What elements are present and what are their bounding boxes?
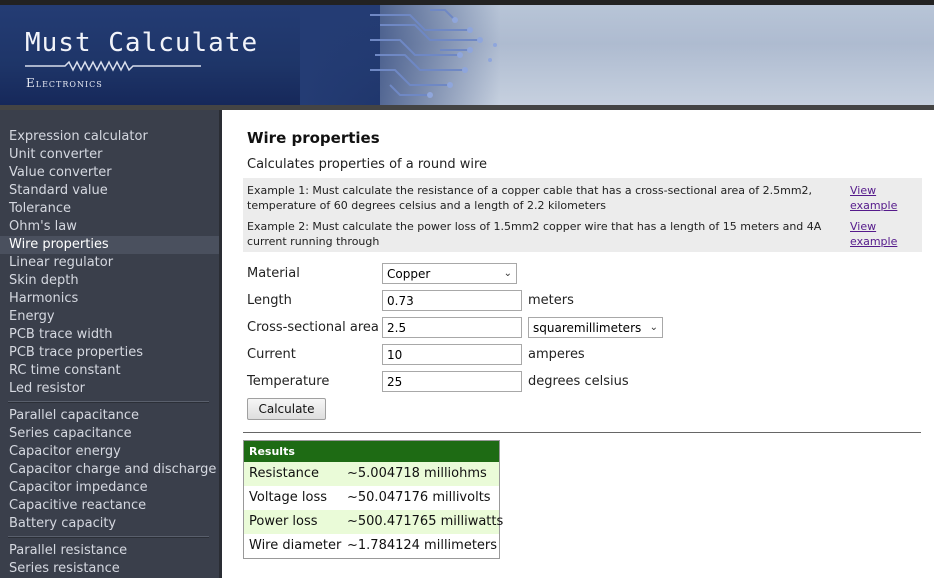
- result-label: Voltage loss: [249, 490, 328, 505]
- nav-separator: [8, 536, 209, 538]
- examples-box: Example 1: Must calculate the resistance…: [243, 178, 922, 252]
- sidebar-item-linear-regulator[interactable]: Linear regulator: [0, 254, 219, 272]
- chevron-down-icon: ⌄: [503, 268, 512, 279]
- result-row: Power loss ~500.471765 milliwatts: [244, 510, 503, 534]
- sidebar-item-pcb-trace-width[interactable]: PCB trace width: [0, 326, 219, 344]
- result-value: ~500.471765 milliwatts: [347, 514, 504, 529]
- current-unit: amperes: [528, 347, 585, 362]
- result-value: ~1.784124 millimeters: [347, 538, 498, 553]
- sidebar-item-pcb-trace-properties[interactable]: PCB trace properties: [0, 344, 219, 362]
- result-row: Wire diameter ~1.784124 millimeters: [244, 534, 499, 558]
- sidebar-item-series-resistance[interactable]: Series resistance: [0, 560, 219, 578]
- result-value: ~5.004718 milliohms: [347, 466, 487, 481]
- sidebar-item-rc-time-constant[interactable]: RC time constant: [0, 362, 219, 380]
- site-header: Must Calculate Electronics: [0, 0, 934, 110]
- site-logo-subtitle: Electronics: [26, 76, 103, 90]
- sidebar-item-harmonics[interactable]: Harmonics: [0, 290, 219, 308]
- sidebar-item-value-converter[interactable]: Value converter: [0, 164, 219, 182]
- material-select[interactable]: Copper ⌄: [382, 263, 517, 284]
- sidebar-nav: Expression calculator Unit converter Value…: [0, 110, 222, 578]
- sidebar-item-energy[interactable]: Energy: [0, 308, 219, 326]
- length-unit: meters: [528, 293, 574, 308]
- results-heading: Results: [244, 441, 499, 462]
- area-unit-select[interactable]: squaremillimeters ⌄: [528, 317, 663, 338]
- temperature-unit: degrees celsius: [528, 374, 629, 389]
- sidebar-item-skin-depth[interactable]: Skin depth: [0, 272, 219, 290]
- sidebar-item-capacitor-energy[interactable]: Capacitor energy: [0, 443, 219, 461]
- sidebar-item-parallel-capacitance[interactable]: Parallel capacitance: [0, 407, 219, 425]
- circuit-board-graphic: [370, 9, 497, 98]
- sidebar-item-battery-capacity[interactable]: Battery capacity: [0, 515, 219, 533]
- temperature-input[interactable]: [382, 371, 522, 392]
- sidebar-item-tolerance[interactable]: Tolerance: [0, 200, 219, 218]
- divider: [243, 432, 921, 433]
- sidebar-item-led-resistor[interactable]: Led resistor: [0, 380, 219, 398]
- sidebar-item-expression-calculator[interactable]: Expression calculator: [0, 128, 219, 146]
- example-2-text: Example 2: Must calculate the power loss…: [247, 220, 822, 248]
- example-2-link[interactable]: View example: [850, 219, 910, 249]
- wave-icon: [25, 60, 201, 72]
- example-1-link[interactable]: View example: [850, 183, 910, 213]
- area-unit-select-value: squaremillimeters: [533, 320, 642, 335]
- result-label: Power loss: [249, 514, 318, 529]
- sidebar-item-parallel-resistance[interactable]: Parallel resistance: [0, 542, 219, 560]
- site-logo-title[interactable]: Must Calculate: [25, 28, 258, 58]
- calculate-button[interactable]: Calculate: [247, 398, 326, 420]
- length-label: Length: [247, 293, 292, 308]
- sidebar-item-ohm-s-law[interactable]: Ohm's law: [0, 218, 219, 236]
- area-input[interactable]: [382, 317, 522, 338]
- result-row: Voltage loss ~50.047176 millivolts: [244, 486, 499, 510]
- result-row: Resistance ~5.004718 milliohms: [244, 462, 499, 486]
- sidebar-item-capacitor-impedance[interactable]: Capacitor impedance: [0, 479, 219, 497]
- result-value: ~50.047176 millivolts: [347, 490, 491, 505]
- result-label: Wire diameter: [249, 538, 342, 553]
- material-select-value: Copper: [387, 266, 431, 281]
- page-description: Calculates properties of a round wire: [247, 157, 488, 172]
- results-table: Results Resistance ~5.004718 milliohms Vol…: [243, 440, 503, 559]
- chevron-down-icon: ⌄: [649, 322, 658, 333]
- sidebar-item-wire-properties[interactable]: Wire properties: [0, 236, 219, 254]
- sidebar-item-capacitor-charge-and-discharge[interactable]: Capacitor charge and discharge: [0, 461, 219, 479]
- length-input[interactable]: [382, 290, 522, 311]
- sidebar-item-standard-value[interactable]: Standard value: [0, 182, 219, 200]
- area-label: Cross-sectional area: [247, 320, 379, 335]
- sidebar-item-capacitive-reactance[interactable]: Capacitive reactance: [0, 497, 219, 515]
- material-label: Material: [247, 266, 300, 281]
- page-title: Wire properties: [247, 129, 380, 147]
- current-label: Current: [247, 347, 296, 362]
- result-label: Resistance: [249, 466, 320, 481]
- current-input[interactable]: [382, 344, 522, 365]
- example-1-text: Example 1: Must calculate the resistance…: [247, 184, 813, 212]
- nav-separator: [8, 401, 209, 403]
- sidebar-item-unit-converter[interactable]: Unit converter: [0, 146, 219, 164]
- temperature-label: Temperature: [247, 374, 330, 389]
- sidebar-item-series-capacitance[interactable]: Series capacitance: [0, 425, 219, 443]
